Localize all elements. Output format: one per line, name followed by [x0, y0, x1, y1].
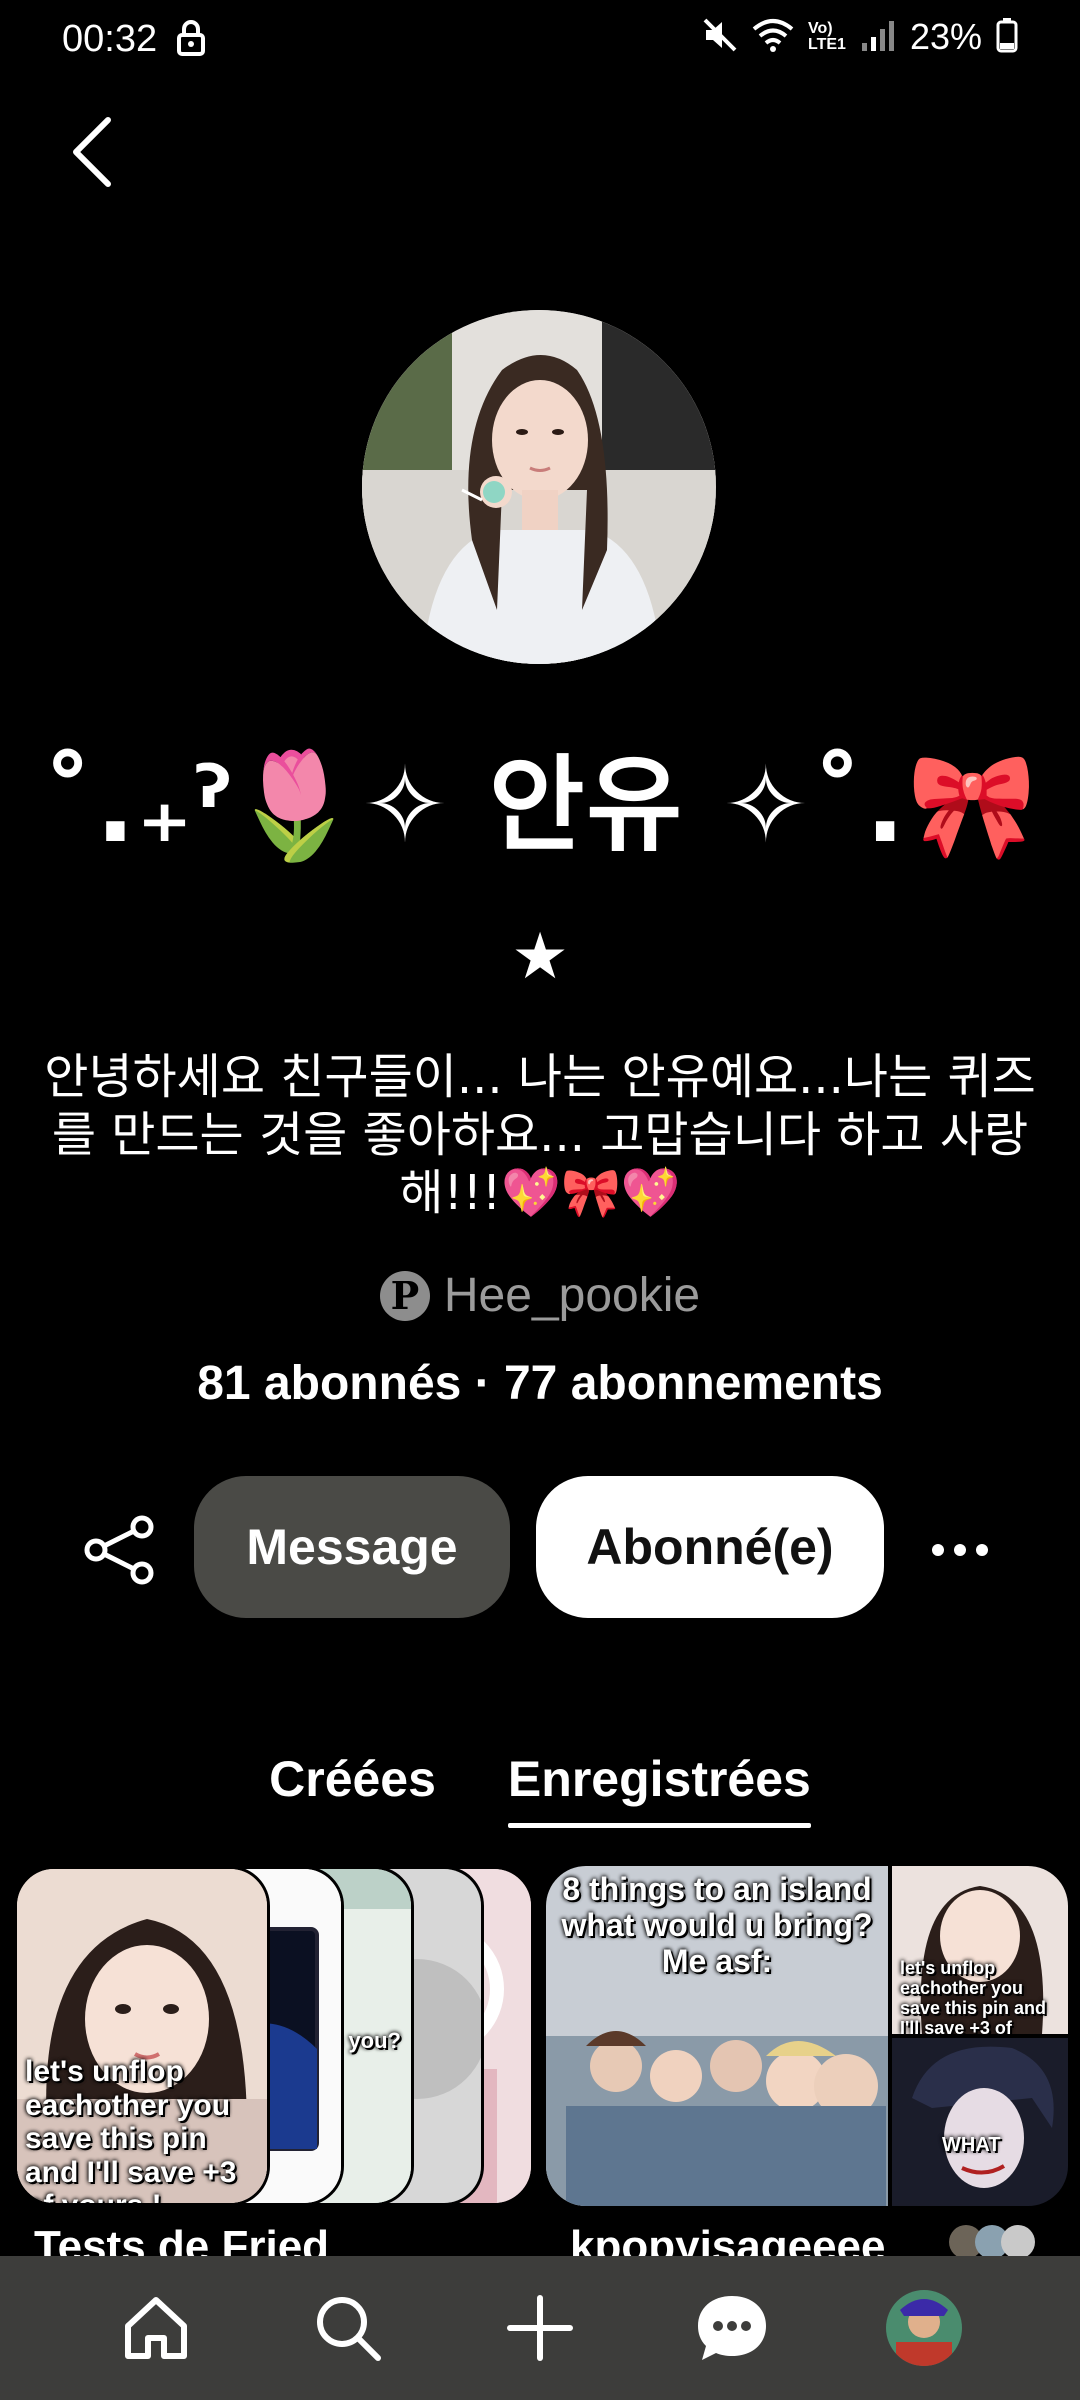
profile-tabs: Créées Enregistrées — [0, 1750, 1080, 1828]
messages-icon — [698, 2296, 766, 2360]
bottom-navigation — [0, 2256, 1080, 2400]
share-button[interactable] — [80, 1510, 160, 1590]
username: Hee_pookie — [443, 1269, 701, 1322]
profile-avatar-small — [886, 2290, 962, 2366]
wifi-icon — [752, 17, 794, 58]
avatar-photo — [362, 310, 716, 664]
nav-profile[interactable] — [879, 2283, 969, 2373]
main-pin-caption: 8 things to an island what would u bring… — [561, 1871, 873, 1979]
board-collaborator-avatars — [948, 2224, 1044, 2260]
lock-icon — [176, 20, 206, 61]
plus-icon — [507, 2295, 573, 2361]
volte-icon: Vo) LTE1 — [808, 20, 846, 53]
home-icon — [125, 2297, 187, 2359]
more-dot — [932, 1544, 944, 1556]
pin-caption: let's unflop eachother you save this pin… — [25, 2055, 237, 2206]
chevron-left-icon — [73, 117, 111, 187]
more-dot — [976, 1544, 988, 1556]
signal-icon — [860, 17, 896, 58]
search-icon — [317, 2297, 381, 2361]
back-button[interactable] — [62, 112, 122, 192]
status-indicators: Vo) LTE1 23% — [702, 16, 1018, 58]
profile-bio: 안녕하세요 친구들이... 나는 안유예요...나는 퀴즈를 만드는 것을 좋아… — [44, 1049, 1036, 1221]
more-dot — [954, 1544, 966, 1556]
share-icon — [84, 1515, 154, 1585]
small-pin-caption: let's unflop eachother you save this pin… — [900, 1958, 1047, 2034]
board-title-left[interactable]: Tests de Fried — [34, 2222, 534, 2258]
board-pin-front: let's unflop eachother you save this pin… — [14, 1866, 270, 2206]
tab-saved[interactable]: Enregistrées — [507, 1750, 811, 1828]
pinterest-logo-icon: P — [379, 1270, 430, 1321]
nav-messages[interactable] — [687, 2283, 777, 2373]
more-options-button[interactable] — [920, 1510, 1000, 1590]
status-bar: 00:32 Vo) LTE1 23% — [0, 0, 1080, 80]
battery-icon — [996, 17, 1018, 58]
battery-percent: 23% — [909, 16, 982, 57]
board-small-pin-1: let's unflop eachother you save this pin… — [892, 1866, 1068, 2034]
small-pin-caption-2: WHAT — [942, 2134, 1001, 2156]
board-main-pin: 8 things to an island what would u bring… — [546, 1866, 888, 2206]
board-card-left[interactable]: on which you? let's unflop eachother you… — [14, 1866, 534, 2206]
profile-display-name: ˚.₊ˀ🌷✧ 안유 ✧˚.🎀 — [41, 744, 1039, 866]
message-button[interactable]: Message — [194, 1476, 510, 1618]
follower-stats[interactable]: 81 abonnés · 77 abonnements — [0, 1356, 1080, 1411]
board-small-pin-2: WHAT — [892, 2038, 1068, 2206]
username-row: P Hee_pookie — [0, 1268, 1080, 1323]
status-time: 00:32 — [62, 18, 158, 60]
nav-create[interactable] — [495, 2283, 585, 2373]
following-button[interactable]: Abonné(e) — [536, 1476, 884, 1618]
profile-avatar[interactable] — [362, 310, 716, 664]
mute-icon — [702, 17, 738, 58]
tab-created[interactable]: Créées — [269, 1750, 436, 1824]
nav-home[interactable] — [111, 2283, 201, 2373]
board-title-right[interactable]: kpopyisageeee — [570, 2222, 930, 2258]
nav-search[interactable] — [303, 2283, 393, 2373]
board-card-right[interactable]: 8 things to an island what would u bring… — [546, 1866, 1068, 2206]
profile-name-star: ★ — [511, 920, 569, 994]
